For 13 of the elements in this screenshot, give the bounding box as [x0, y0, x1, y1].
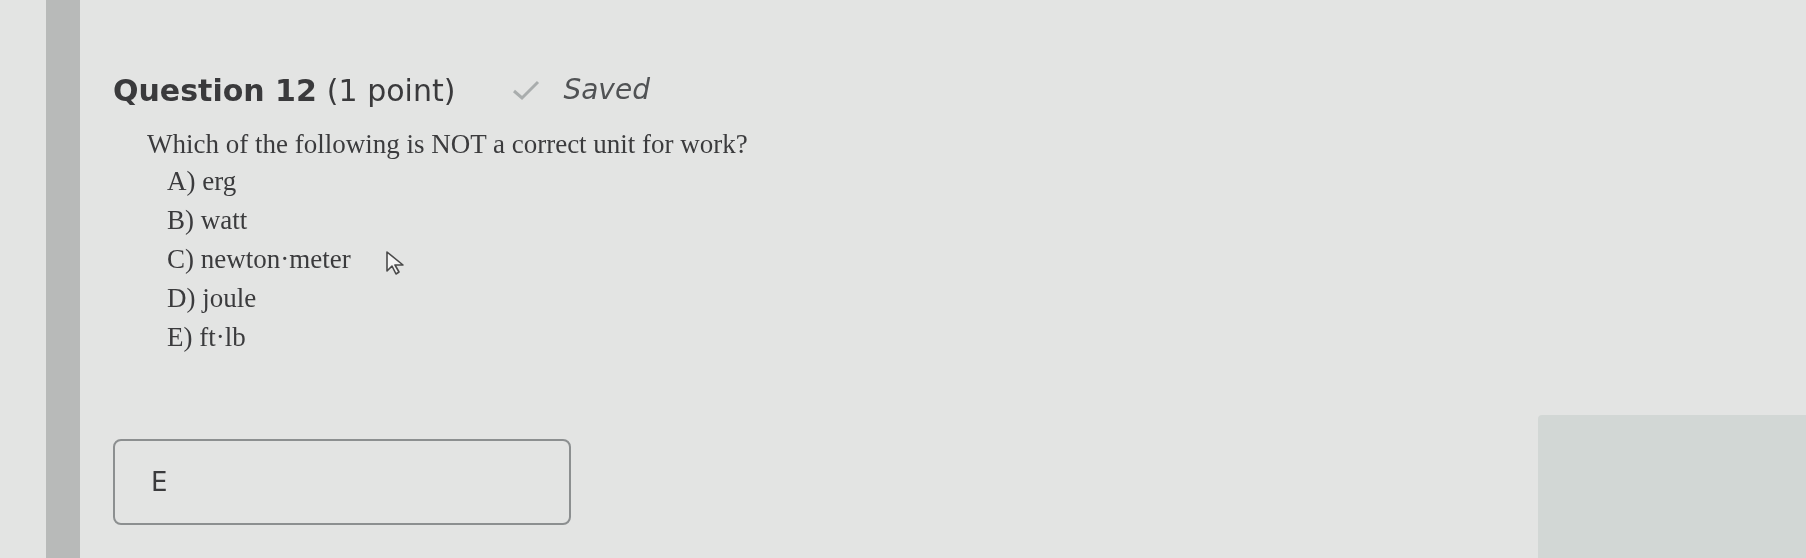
answer-option: A) erg: [167, 161, 237, 202]
points-label: (1 point): [326, 71, 456, 110]
checkmark-icon: [511, 79, 542, 101]
question-title: Question 12: [113, 71, 317, 110]
mouse-pointer-icon: [384, 249, 407, 276]
answer-option: E) ft·lb: [167, 317, 246, 358]
question-prompt: Which of the following is NOT a correct unit for work?: [147, 128, 748, 161]
answer-option: D) joule: [167, 278, 257, 319]
answer-option: B) watt: [167, 200, 248, 241]
answer-field[interactable]: E: [113, 439, 571, 525]
answer-option: C) newton·meter: [167, 239, 351, 280]
answer-value: E: [151, 465, 168, 499]
saved-status: Saved: [563, 72, 650, 108]
